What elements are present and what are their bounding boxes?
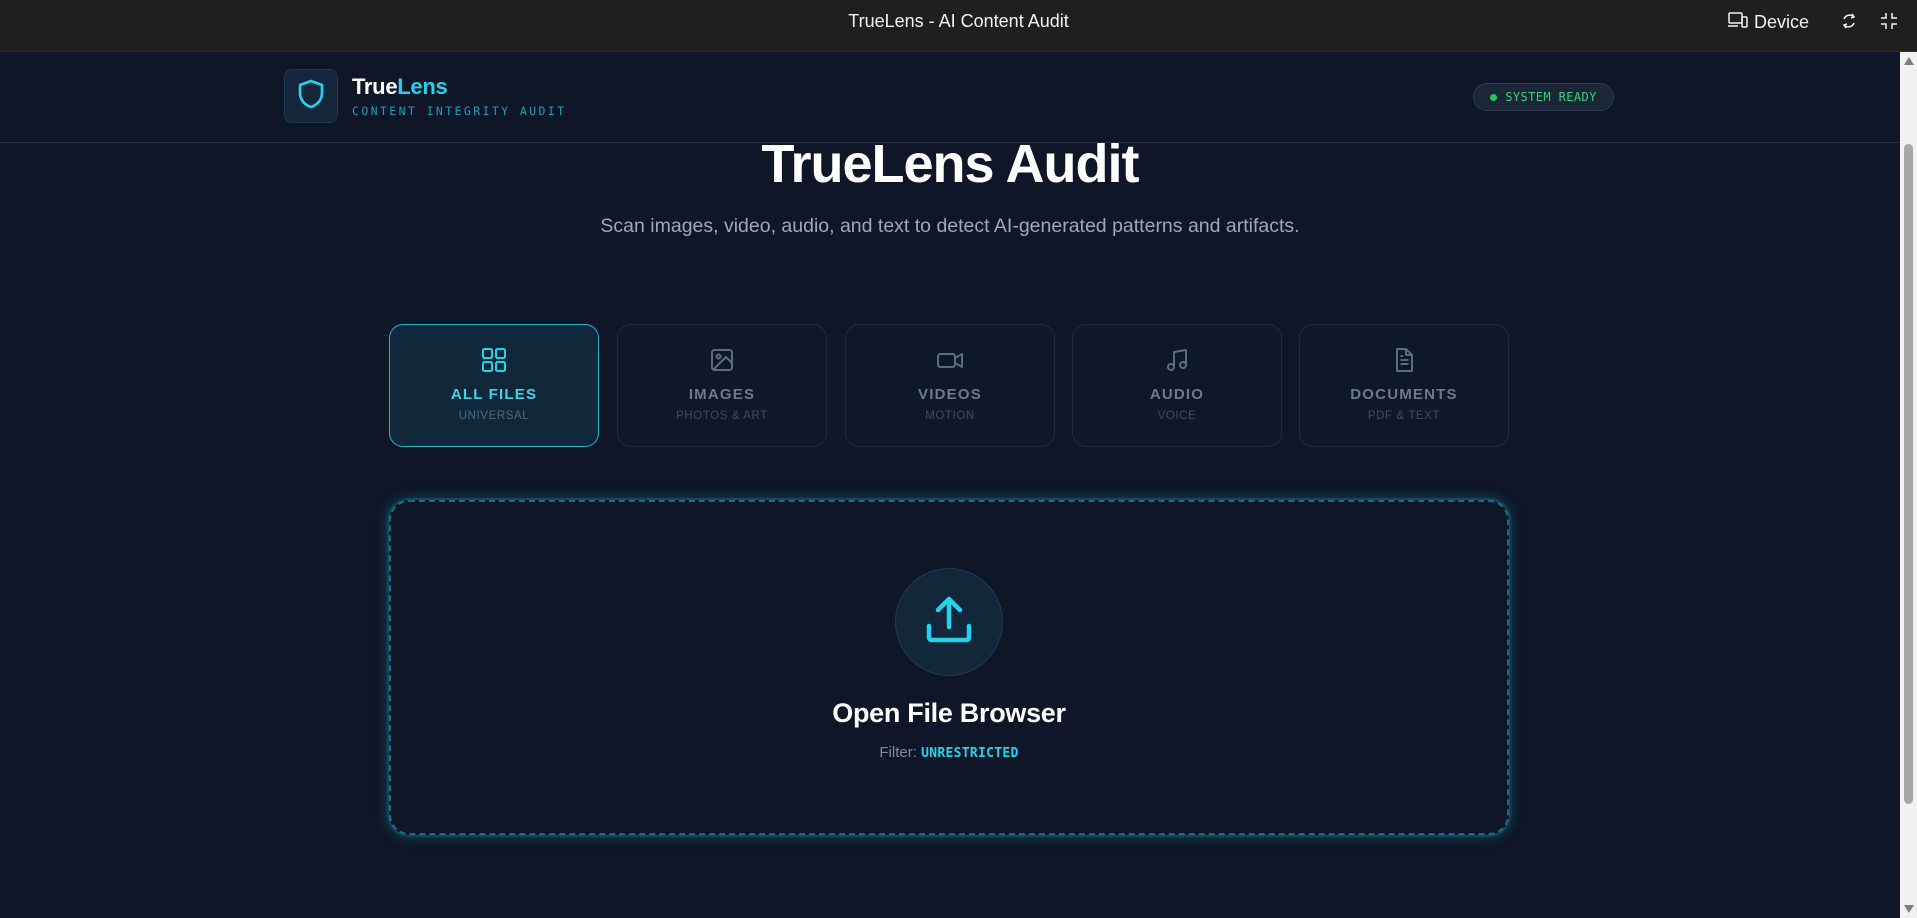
app-header: TrueLens CONTENT INTEGRITY AUDIT SYSTEM …: [0, 52, 1900, 143]
video-icon: [846, 347, 1054, 375]
grid-icon: [390, 347, 598, 375]
rotate-icon[interactable]: [1838, 10, 1860, 32]
status-text: SYSTEM READY: [1505, 90, 1597, 104]
category-sublabel: UNIVERSAL: [458, 410, 530, 422]
filter-label: Filter:: [879, 744, 917, 761]
category-card-documents[interactable]: DOCUMENTS PDF & TEXT: [1299, 324, 1509, 447]
brand-name-part2: Lens: [397, 74, 448, 99]
brand-name-part1: True: [352, 74, 398, 99]
status-dot-icon: [1490, 93, 1498, 101]
document-icon: [1300, 347, 1508, 375]
page-title: TrueLens Audit: [761, 134, 1139, 194]
page-subtitle: Scan images, video, audio, and text to d…: [600, 215, 1300, 237]
category-label: AUDIO: [1149, 386, 1205, 403]
upload-button[interactable]: [895, 568, 1003, 676]
category-sublabel: PHOTOS & ART: [676, 410, 768, 422]
dropzone-title: Open File Browser: [832, 698, 1066, 728]
image-icon: [618, 347, 826, 375]
upload-icon: [923, 594, 975, 651]
brand-name: TrueLens: [352, 74, 448, 100]
category-label: IMAGES: [688, 386, 756, 403]
status-badge: SYSTEM READY: [1473, 83, 1614, 111]
page-scrollbar[interactable]: [1900, 52, 1917, 918]
device-label: Device: [1754, 11, 1810, 32]
category-sublabel: PDF & TEXT: [1367, 410, 1441, 422]
category-card-audio[interactable]: AUDIO VOICE: [1072, 324, 1282, 447]
filter-value: UNRESTRICTED: [921, 746, 1019, 761]
shield-icon: [296, 78, 326, 115]
category-card-images[interactable]: IMAGES PHOTOS & ART: [617, 324, 827, 447]
scroll-up-arrow-icon[interactable]: [1904, 57, 1914, 65]
dropzone-filter: Filter: UNRESTRICTED: [391, 744, 1507, 761]
category-label: VIDEOS: [918, 386, 982, 403]
logo[interactable]: [284, 69, 338, 123]
device-icon: [1728, 11, 1748, 34]
category-label: ALL FILES: [450, 386, 538, 403]
category-card-videos[interactable]: VIDEOS MOTION: [845, 324, 1055, 447]
category-sublabel: VOICE: [1157, 410, 1197, 422]
category-label: DOCUMENTS: [1350, 386, 1458, 403]
device-button[interactable]: Device: [1728, 10, 1809, 34]
window-titlebar: TrueLens - AI Content Audit Device: [0, 0, 1917, 52]
file-dropzone[interactable]: Open File Browser Filter: UNRESTRICTED: [389, 500, 1509, 835]
scroll-down-arrow-icon[interactable]: [1904, 905, 1914, 913]
brand-tagline: CONTENT INTEGRITY AUDIT: [352, 104, 567, 118]
category-card-all-files[interactable]: ALL FILES UNIVERSAL: [389, 324, 599, 447]
music-note-icon: [1073, 347, 1281, 375]
exit-fullscreen-icon[interactable]: [1878, 10, 1900, 32]
window-title: TrueLens - AI Content Audit: [848, 11, 1069, 31]
scrollbar-thumb[interactable]: [1904, 144, 1913, 804]
category-sublabel: MOTION: [925, 410, 975, 422]
